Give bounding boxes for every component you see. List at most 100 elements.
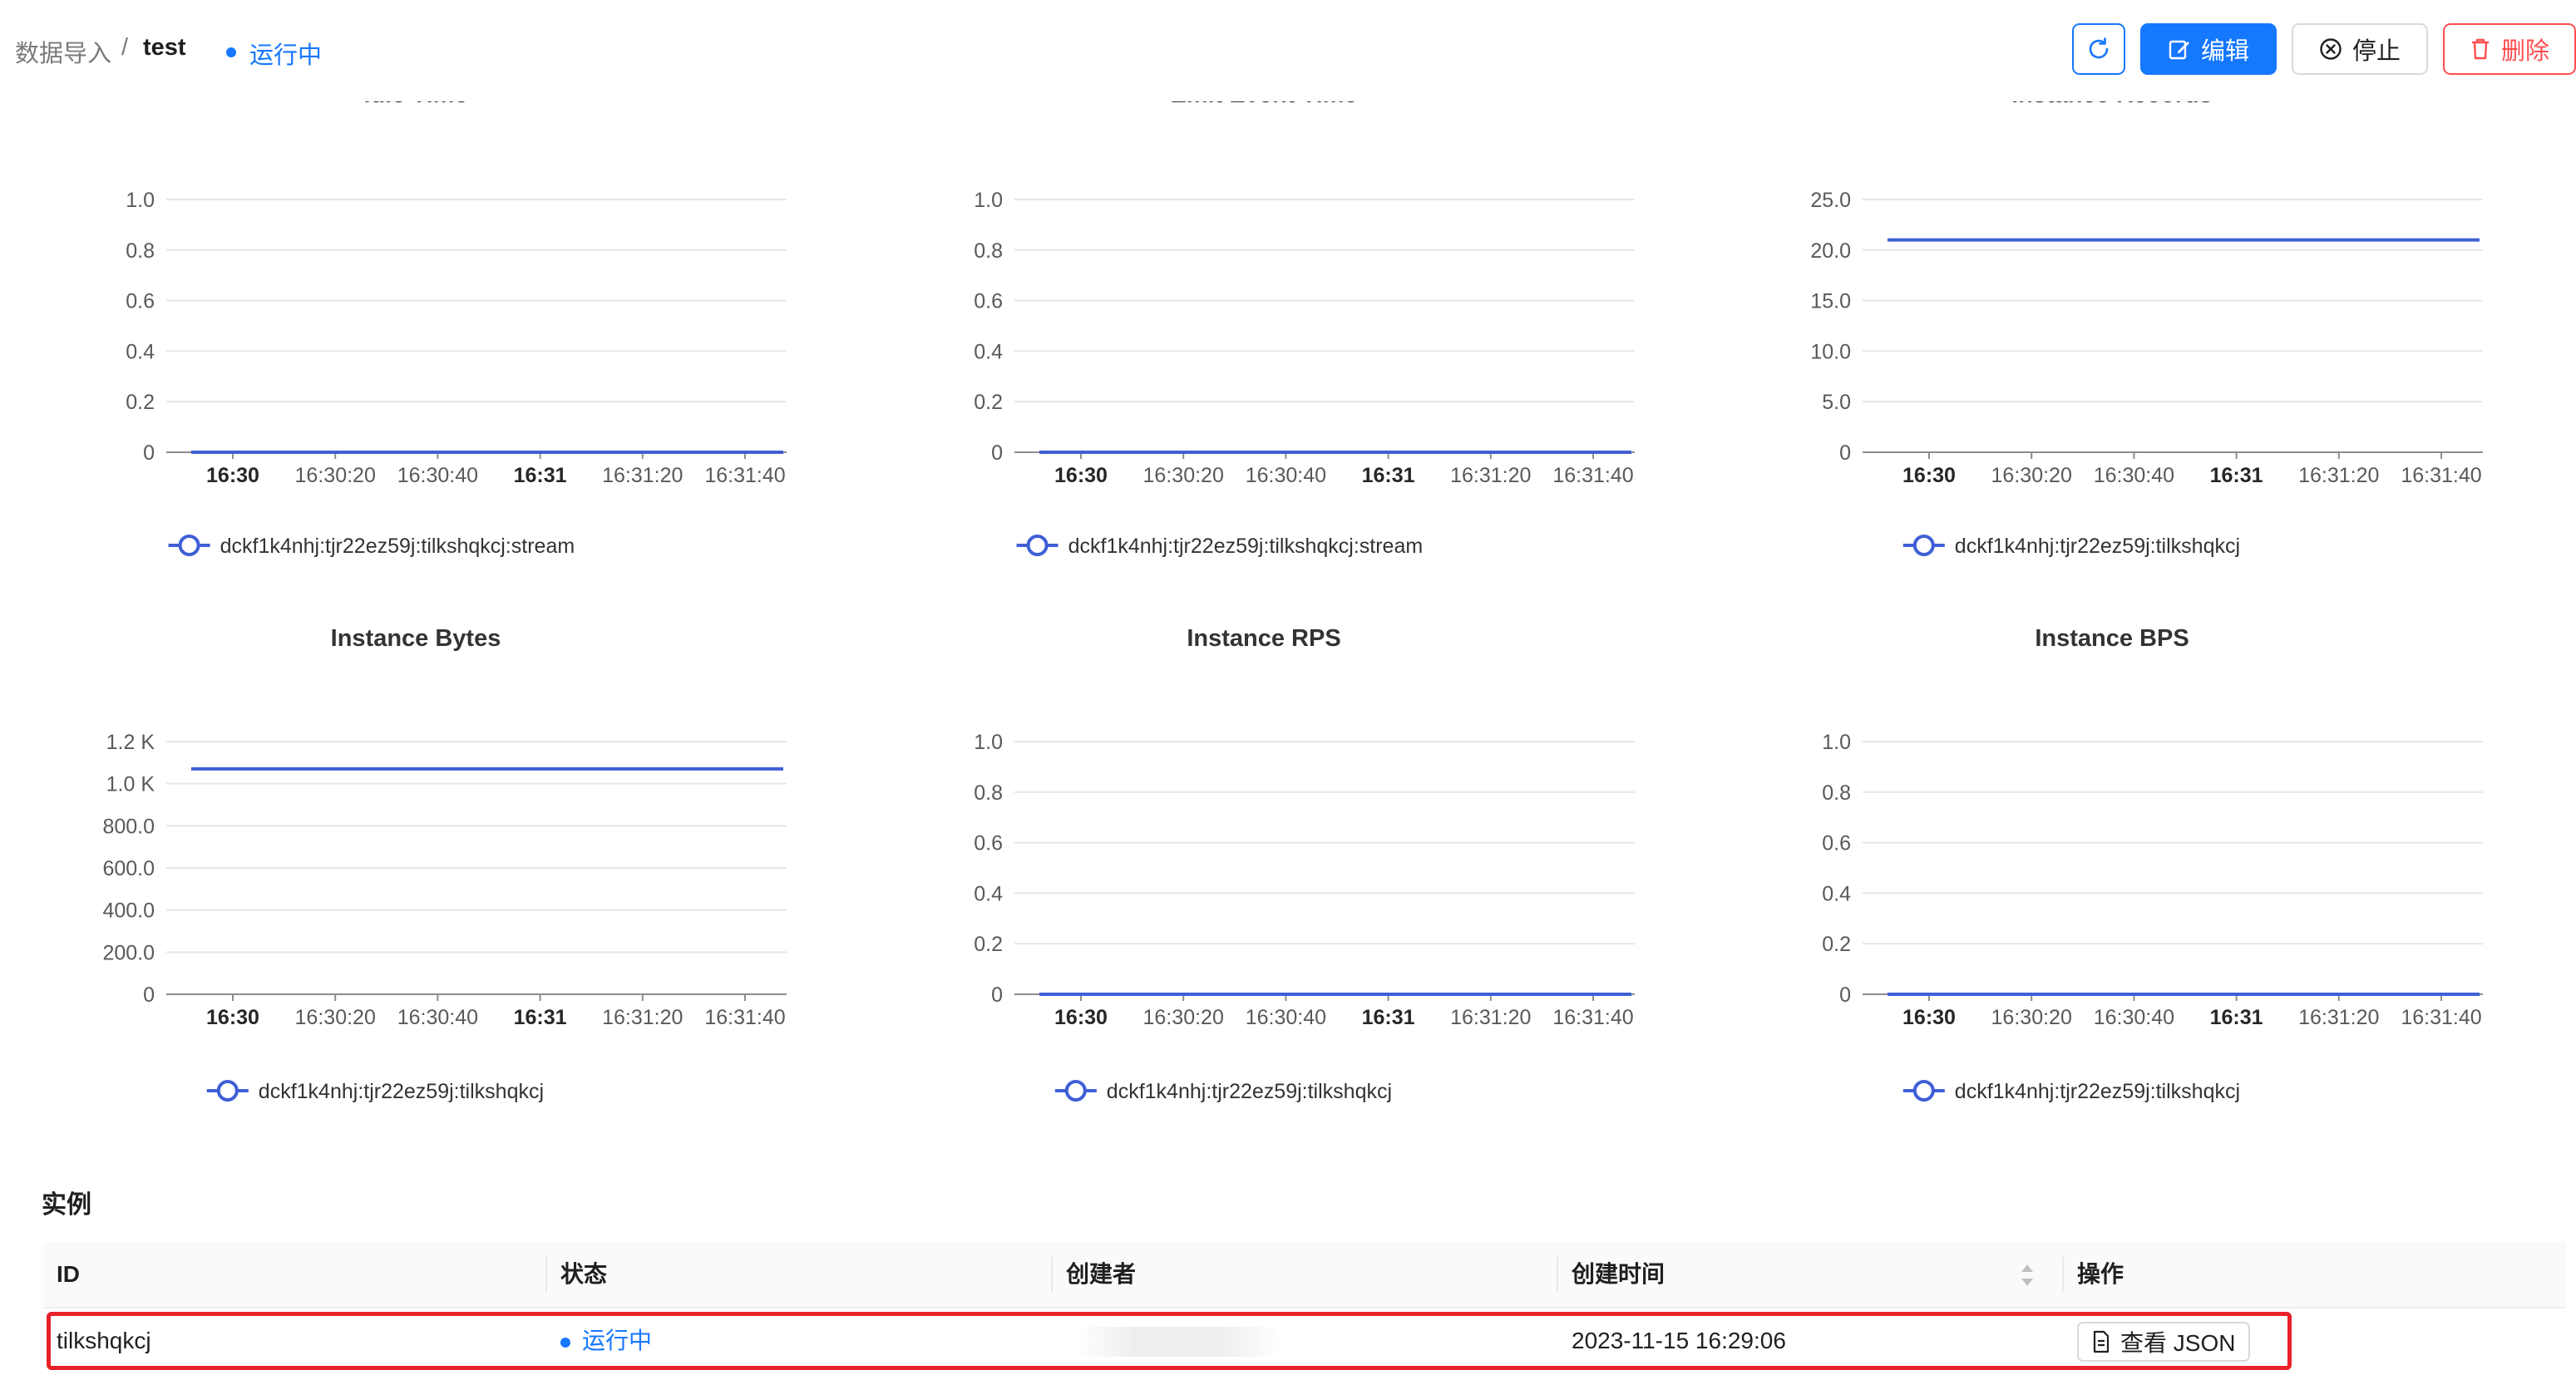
y-tick-label: 10.0 (1810, 340, 1851, 363)
view-json-button[interactable]: 查看 JSON (2077, 1322, 2251, 1362)
y-tick-label: 200.0 (102, 941, 155, 964)
chart-legend[interactable]: dckf1k4nhj:tjr22ez59j:tilkshqkcj (1054, 1080, 1392, 1103)
y-tick-label: 400.0 (102, 899, 155, 923)
chart-instance-bps: Instance BPS 0 0.2 0.4 0.6 0.8 1.0 16:30 16:30:2… (1696, 562, 2528, 1103)
y-tick-label: 0.2 (126, 391, 155, 414)
delete-button[interactable]: 删除 (2443, 23, 2576, 75)
legend-label: dckf1k4nhj:tjr22ez59j:tilkshqkcj (259, 1080, 544, 1103)
y-tick-label: 0.8 (1822, 781, 1851, 805)
x-tick-label: 16:31:40 (1552, 1006, 1633, 1029)
status-dot-icon (560, 1337, 570, 1348)
y-tick-label: 1.0 K (106, 773, 155, 796)
y-tick-label: 1.0 (974, 731, 1003, 754)
column-header-created-at[interactable]: 创建时间 (1558, 1242, 2062, 1307)
x-tick-label: 16:30:20 (1143, 464, 1224, 487)
legend-marker-icon (216, 1080, 239, 1102)
x-tick-label: 16:31:40 (2401, 1006, 2481, 1029)
x-tick-label: 16:31:20 (1450, 464, 1531, 487)
y-tick-label: 0.8 (974, 781, 1003, 805)
trash-icon (2471, 38, 2489, 60)
chart-legend[interactable]: dckf1k4nhj:tjr22ez59j:tilkshqkcj (1902, 535, 2240, 558)
y-tick-label: 0.8 (126, 239, 155, 263)
edit-icon (2169, 40, 2189, 60)
x-tick-label: 16:30:40 (397, 1006, 478, 1029)
status-dot-icon (226, 47, 236, 57)
x-tick-label: 16:30 (1054, 1006, 1108, 1029)
x-tick-label: 16:31 (1362, 464, 1415, 487)
x-tick-label: 16:30 (206, 1006, 259, 1029)
chart-svg: 0 0.2 0.4 0.6 0.8 1.0 16:30 16:30:20 16:30:40 16:… (974, 731, 1635, 1103)
column-header-actions: 操作 (2077, 1261, 2124, 1287)
y-tick-label: 0.6 (1822, 832, 1851, 855)
refresh-icon (2089, 37, 2109, 59)
legend-marker-icon (1912, 535, 1935, 556)
y-tick-label: 0.2 (1822, 933, 1851, 956)
column-header-creator: 创建者 (1066, 1261, 1137, 1287)
x-tick-label: 16:30:20 (295, 464, 376, 487)
chart-svg: 0 0.2 0.4 0.6 0.8 1.0 16:30 16:30:20 16:30:40 16:… (1822, 731, 2483, 1103)
y-tick-label: 1.0 (974, 189, 1003, 212)
cell-creator-redacted (1074, 1327, 1282, 1357)
x-tick-label: 16:31:40 (1552, 464, 1633, 487)
x-tick-label: 16:31:20 (2298, 464, 2379, 487)
table-header: ID 状态 创建者 创建时间 操作 (43, 1242, 2566, 1309)
file-icon (2093, 1330, 2110, 1353)
x-tick-label: 16:31 (2210, 464, 2263, 487)
table-row: tilkshqkcj 运行中 2023-11-15 16:29:06 查看 JS… (43, 1309, 2566, 1373)
y-tick-label: 0 (143, 441, 155, 465)
x-tick-label: 16:30:20 (295, 1006, 376, 1029)
legend-marker-icon (1064, 1080, 1087, 1102)
y-tick-label: 0.2 (974, 933, 1003, 956)
x-tick-label: 16:31:20 (1450, 1006, 1531, 1029)
breadcrumb-parent[interactable]: 数据导入 (15, 34, 111, 69)
cell-status: 运行中 (547, 1309, 652, 1373)
breadcrumb-separator: / (121, 34, 129, 61)
status-badge: 运行中 (249, 42, 323, 69)
x-tick-label: 16:30:40 (397, 464, 478, 487)
x-tick-label: 16:31:20 (602, 1006, 683, 1029)
chart-svg: 0 200.0 400.0 600.0 800.0 1.0 K 1.2 K 16:30 16:3… (102, 731, 787, 1103)
x-tick-label: 16:30:20 (1991, 464, 2072, 487)
y-tick-label: 1.2 K (106, 731, 155, 754)
chart-legend[interactable]: dckf1k4nhj:tjr22ez59j:tilkshqkcj (1902, 1080, 2240, 1103)
x-tick-label: 16:30 (1902, 1006, 1956, 1029)
legend-label: dckf1k4nhj:tjr22ez59j:tilkshqkcj:stream (1068, 535, 1424, 558)
cell-instance-id: tilkshqkcj (57, 1328, 151, 1353)
x-tick-label: 16:30:20 (1143, 1006, 1224, 1029)
refresh-button[interactable] (2072, 23, 2125, 75)
y-tick-label: 1.0 (1822, 731, 1851, 754)
y-tick-label: 0.4 (974, 882, 1003, 905)
x-tick-label: 16:30:40 (2094, 1006, 2174, 1029)
edit-button-label: 编辑 (2200, 38, 2249, 65)
x-tick-label: 16:30:40 (1246, 1006, 1326, 1029)
y-tick-label: 0.6 (974, 290, 1003, 313)
legend-marker-icon (1026, 535, 1049, 556)
chart-instance-bytes: Instance Bytes 0 200.0 400.0 600.0 800.0 1.0 K… (0, 562, 832, 1103)
legend-label: dckf1k4nhj:tjr22ez59j:tilkshqkcj:stream (220, 535, 575, 558)
x-tick-label: 16:31 (514, 1006, 567, 1029)
legend-marker-icon (1912, 1080, 1935, 1102)
legend-marker-icon (178, 535, 200, 556)
chart-legend[interactable]: dckf1k4nhj:tjr22ez59j:tilkshqkcj:stream (168, 535, 575, 558)
page-header: 数据导入 / test 运行中 编辑 停止 删除 (0, 0, 2576, 101)
sort-icon[interactable] (2019, 1262, 2036, 1289)
x-tick-label: 16:30:40 (1246, 464, 1326, 487)
stop-button[interactable]: 停止 (2292, 23, 2428, 75)
legend-label: dckf1k4nhj:tjr22ez59j:tilkshqkcj (1955, 535, 2240, 558)
y-tick-label: 0 (143, 983, 155, 1007)
y-tick-label: 1.0 (126, 189, 155, 212)
x-tick-label: 16:31 (1362, 1006, 1415, 1029)
y-tick-label: 0.8 (974, 239, 1003, 263)
chart-legend[interactable]: dckf1k4nhj:tjr22ez59j:tilkshqkcj:stream (1016, 535, 1424, 558)
edit-button[interactable]: 编辑 (2140, 23, 2277, 75)
x-tick-label: 16:31:40 (2401, 464, 2481, 487)
x-tick-label: 16:30 (1054, 464, 1108, 487)
y-tick-label: 0 (991, 441, 1003, 465)
chart-legend[interactable]: dckf1k4nhj:tjr22ez59j:tilkshqkcj (206, 1080, 544, 1103)
column-header-id: ID (57, 1261, 80, 1287)
y-tick-label: 600.0 (102, 857, 155, 880)
y-tick-label: 0.4 (126, 340, 155, 363)
stop-circle-icon (2320, 38, 2342, 60)
x-tick-label: 16:30 (206, 464, 259, 487)
y-tick-label: 0.6 (126, 290, 155, 313)
